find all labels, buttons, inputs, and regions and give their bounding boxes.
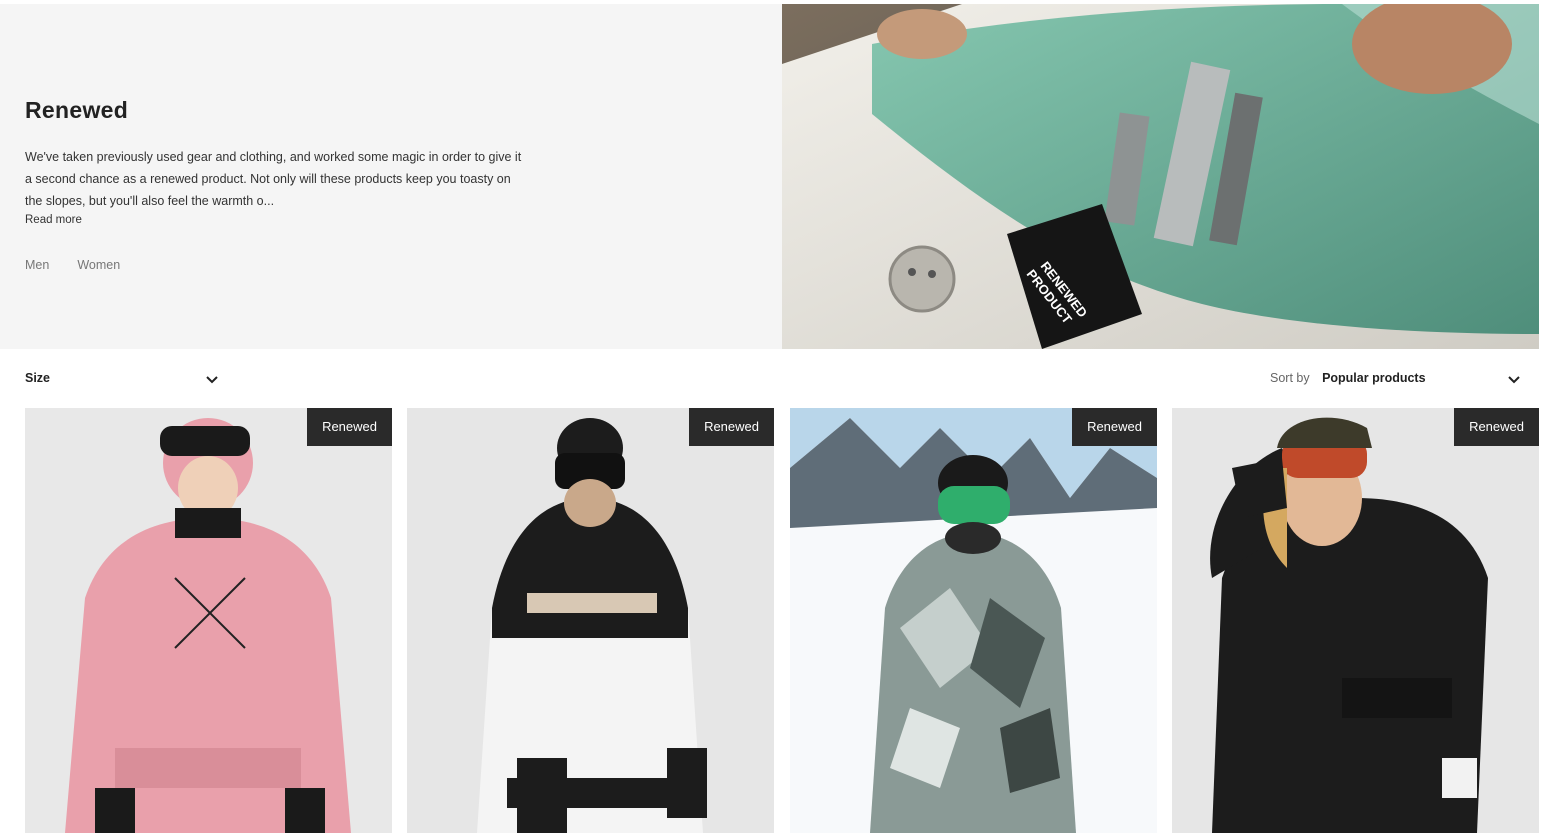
hero-description: We've taken previously used gear and clo… [25,150,522,208]
hero-section: Renewed We've taken previously used gear… [0,4,1543,349]
product-card[interactable]: Renewed [407,408,774,833]
product-card[interactable]: Renewed [25,408,392,833]
filter-bar: Size Sort by Popular products [0,349,1543,408]
size-filter-label: Size [25,371,51,385]
gender-link-men[interactable]: Men [25,258,49,272]
renewed-badge: Renewed [1072,408,1157,446]
product-image [407,408,774,833]
renewed-badge: Renewed [307,408,392,446]
sort-label: Sort by [1270,371,1310,385]
sort-value: Popular products [1322,371,1426,385]
sewing-machine-image: RENEWED PRODUCT [782,4,1539,349]
renewed-badge: Renewed [1454,408,1539,446]
sort-dropdown[interactable]: Sort by Popular products [1270,369,1520,389]
gender-link-women[interactable]: Women [77,258,120,272]
product-card[interactable]: Renewed [790,408,1157,833]
chevron-down-icon [206,376,218,384]
page-title: Renewed [25,97,129,123]
hero-image: RENEWED PRODUCT [782,4,1539,349]
product-image [790,408,1157,833]
chevron-down-icon [1508,376,1520,384]
gender-links: Men Women [25,258,120,272]
renewed-badge: Renewed [689,408,774,446]
product-card[interactable]: Renewed [1172,408,1539,833]
hero-text-panel: Renewed We've taken previously used gear… [0,4,782,349]
read-more-link[interactable]: Read more [25,214,82,226]
size-filter-dropdown[interactable]: Size [25,369,220,389]
product-image [1172,408,1539,833]
product-grid: Renewed Renewed Renewed Renewed [25,408,1539,833]
product-image [25,408,392,833]
